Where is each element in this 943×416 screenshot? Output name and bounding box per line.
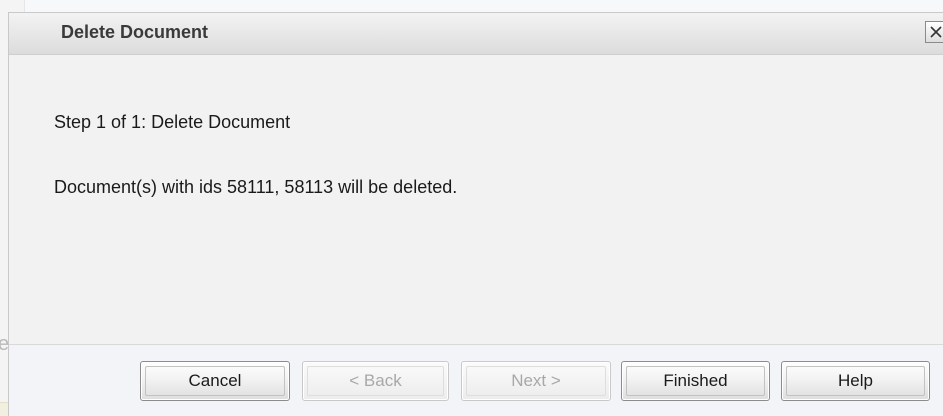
step-indicator: Step 1 of 1: Delete Document xyxy=(54,112,291,132)
dialog-titlebar[interactable]: Delete Document xyxy=(9,13,943,55)
dialog-content: Step 1 of 1: Delete Document Document(s)… xyxy=(9,55,943,345)
finished-button[interactable]: Finished xyxy=(621,361,770,401)
cancel-button-label: Cancel xyxy=(145,366,285,396)
screen: ed Delete Document Step 1 of 1: Delete D… xyxy=(0,0,943,416)
dialog-title: Delete Document xyxy=(61,22,209,42)
close-button[interactable] xyxy=(925,21,943,43)
close-icon xyxy=(930,26,942,38)
next-button[interactable]: Next > xyxy=(461,361,611,401)
delete-document-dialog: Delete Document Step 1 of 1: Delete Docu… xyxy=(8,12,943,416)
finished-button-label: Finished xyxy=(626,366,765,396)
dialog-button-bar: Cancel < Back Next > Finished Help xyxy=(9,345,943,416)
next-button-label: Next > xyxy=(466,366,606,396)
back-button-label: < Back xyxy=(307,366,444,396)
cancel-button[interactable]: Cancel xyxy=(140,361,290,401)
help-button-label: Help xyxy=(786,366,925,396)
help-button[interactable]: Help xyxy=(781,361,930,401)
delete-confirmation-message: Document(s) with ids 58111, 58113 will b… xyxy=(54,177,458,197)
back-button[interactable]: < Back xyxy=(302,361,449,401)
